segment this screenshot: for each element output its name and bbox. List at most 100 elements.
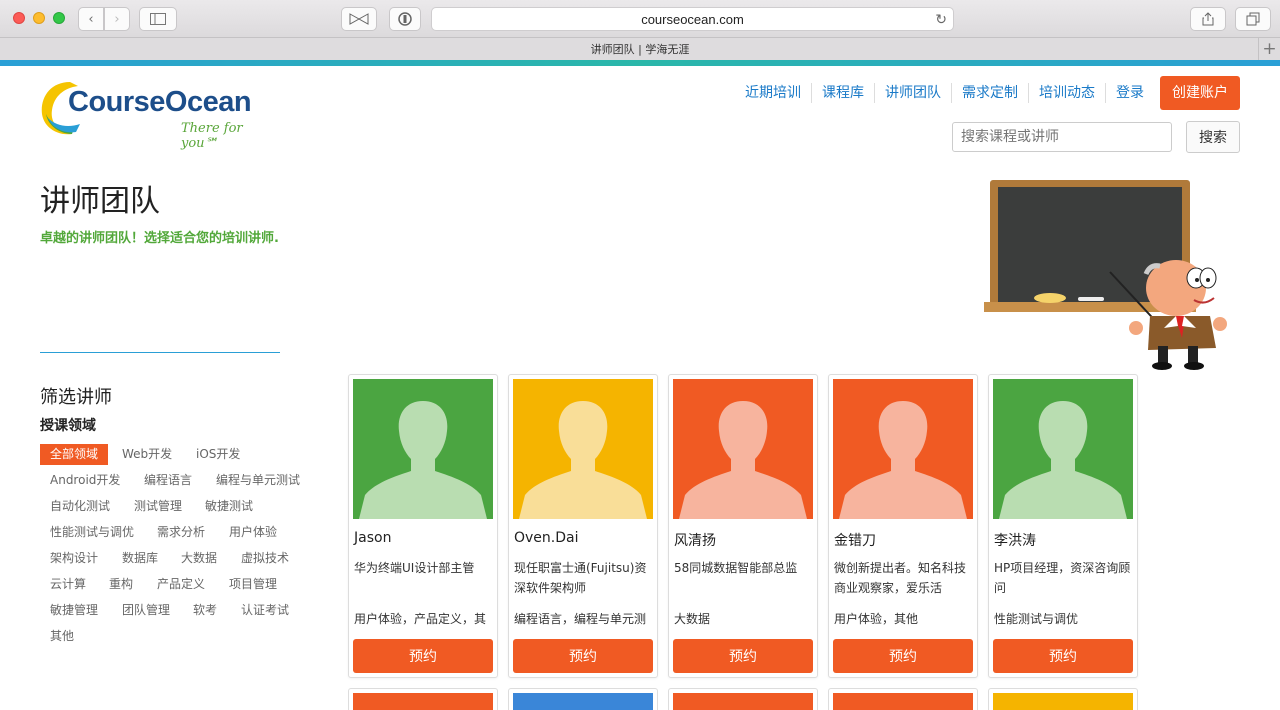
person-silhouette-icon (993, 379, 1133, 519)
filter-tag-cloud[interactable]: 云计算 (40, 574, 96, 595)
logo-tagline: There for you℠ (181, 121, 243, 151)
search-input[interactable] (952, 122, 1172, 152)
filter-tag-test-mgmt[interactable]: 测试管理 (124, 496, 192, 517)
teacher-title: 华为终端UI设计部主管 (354, 561, 475, 575)
teacher-card[interactable]: 李洪涛 HP项目经理，资深咨询顾问性能测试与调优预约 (988, 374, 1138, 678)
browser-toolbar: ‹ › courseocean.com ↻ (0, 0, 1280, 38)
tabs-icon (1246, 12, 1260, 26)
teacher-title: 现任职富士通(Fujitsu)资深软件架构师 (514, 561, 647, 595)
teacher-tags: 编程语言，编程与单元测 (514, 612, 647, 626)
search-button[interactable]: 搜索 (1186, 121, 1240, 153)
reload-icon[interactable]: ↻ (935, 11, 947, 28)
sidebar-button[interactable] (139, 7, 177, 31)
teacher-avatar[interactable] (353, 693, 493, 710)
teacher-card-partial[interactable] (828, 688, 978, 710)
book-button[interactable]: 预约 (993, 639, 1133, 673)
person-silhouette-icon (673, 379, 813, 519)
teacher-tags: 用户体验，其他 (834, 612, 919, 626)
teacher-avatar[interactable] (353, 379, 493, 519)
teacher-avatar[interactable] (513, 379, 653, 519)
back-button[interactable]: ‹ (78, 7, 104, 31)
filter-tag-web[interactable]: Web开发 (112, 444, 182, 465)
book-button[interactable]: 预约 (673, 639, 813, 673)
teacher-name[interactable]: 李洪涛 (994, 530, 1036, 550)
filter-tag-ios[interactable]: iOS开发 (186, 444, 250, 465)
create-account-button[interactable]: 创建账户 (1160, 76, 1240, 110)
teacher-tags: 性能测试与调优 (994, 612, 1079, 626)
filter-tag-agile-testing[interactable]: 敏捷测试 (195, 496, 263, 517)
teacher-avatar[interactable] (833, 693, 973, 710)
share-icon (1202, 12, 1214, 26)
teacher-card[interactable]: Jason 华为终端UI设计部主管 用户体验，产品定义，其 预约 (348, 374, 498, 678)
filter-tag-product[interactable]: 产品定义 (147, 574, 215, 595)
tab-bar[interactable]: 讲师团队 | 学海无涯 (0, 38, 1280, 60)
share-button[interactable] (1190, 7, 1226, 31)
reader-button[interactable] (341, 7, 377, 31)
teacher-name[interactable]: 金错刀 (834, 530, 876, 550)
minimize-window-button[interactable] (33, 12, 45, 24)
person-silhouette-icon (833, 379, 973, 519)
tab-title: 讲师团队 | 学海无涯 (590, 43, 690, 56)
teacher-title: 微创新提出者。知名科技商业观察家，爱乐活 (834, 561, 967, 595)
teacher-avatar[interactable] (833, 379, 973, 519)
filter-tag-team-mgmt[interactable]: 团队管理 (112, 600, 180, 621)
teacher-card[interactable]: Oven.Dai 现任职富士通(Fujitsu)资深软件架构师编程语言，编程与单元… (508, 374, 658, 678)
filter-tag-architecture[interactable]: 架构设计 (40, 548, 108, 569)
filter-tag-programming[interactable]: 编程语言 (134, 470, 202, 491)
bowtie-icon (349, 13, 369, 25)
teacher-name[interactable]: Jason (354, 530, 391, 546)
filter-tag-automation[interactable]: 自动化测试 (40, 496, 120, 517)
nav-item-recent-training[interactable]: 近期培训 (735, 83, 812, 103)
teacher-avatar[interactable] (513, 693, 653, 710)
filter-tag-requirements[interactable]: 需求分析 (147, 522, 215, 543)
filter-tag-project-mgmt[interactable]: 项目管理 (219, 574, 287, 595)
new-tab-button[interactable]: + (1258, 38, 1280, 60)
close-window-button[interactable] (13, 12, 25, 24)
teacher-card-partial[interactable] (508, 688, 658, 710)
teacher-title: HP项目经理，资深咨询顾问 (994, 561, 1131, 595)
sidebar-icon (150, 13, 166, 25)
forward-button[interactable]: › (104, 7, 130, 31)
teacher-card-partial[interactable] (668, 688, 818, 710)
chevron-left-icon: ‹ (88, 11, 94, 27)
filter-tag-android[interactable]: Android开发 (40, 470, 130, 491)
teacher-avatar[interactable] (673, 693, 813, 710)
teacher-card-partial[interactable] (988, 688, 1138, 710)
person-silhouette-icon (513, 379, 653, 519)
filter-tag-all[interactable]: 全部领域 (40, 444, 109, 465)
teacher-card-partial[interactable] (348, 688, 498, 710)
filter-tag-performance[interactable]: 性能测试与调优 (40, 522, 144, 543)
nav-item-teachers[interactable]: 讲师团队 (875, 83, 952, 103)
teacher-card[interactable]: 金错刀微创新提出者。知名科技商业观察家，爱乐活用户体验，其他预约 (828, 374, 978, 678)
filter-subtitle: 授课领域 (40, 418, 96, 434)
tabs-overview-button[interactable] (1235, 7, 1271, 31)
address-bar[interactable]: courseocean.com ↻ (431, 7, 954, 31)
filter-tag-certification[interactable]: 认证考试 (231, 600, 299, 621)
filter-tag-refactoring[interactable]: 重构 (99, 574, 143, 595)
nav-item-custom-request[interactable]: 需求定制 (952, 83, 1029, 103)
teacher-avatar[interactable] (673, 379, 813, 519)
plus-icon: + (1262, 39, 1277, 59)
privacy-button[interactable] (389, 7, 421, 31)
filter-tag-database[interactable]: 数据库 (112, 548, 168, 569)
nav-item-training-news[interactable]: 培训动态 (1029, 83, 1106, 103)
teacher-card[interactable]: 风清扬 58同城数据智能部总监 大数据 预约 (668, 374, 818, 678)
filter-tag-agile-mgmt[interactable]: 敏捷管理 (40, 600, 108, 621)
site-logo[interactable]: CourseOcean There for you℠ (40, 76, 280, 151)
nav-item-login[interactable]: 登录 (1106, 83, 1154, 103)
filter-tag-unit-testing[interactable]: 编程与单元测试 (206, 470, 310, 491)
book-button[interactable]: 预约 (353, 639, 493, 673)
filter-tag-virtualization[interactable]: 虚拟技术 (231, 548, 299, 569)
zoom-window-button[interactable] (53, 12, 65, 24)
filter-tag-bigdata[interactable]: 大数据 (171, 548, 227, 569)
book-button[interactable]: 预约 (833, 639, 973, 673)
teacher-name[interactable]: 风清扬 (674, 530, 716, 550)
book-button[interactable]: 预约 (513, 639, 653, 673)
filter-tag-other[interactable]: 其他 (40, 626, 84, 647)
teacher-name[interactable]: Oven.Dai (514, 530, 579, 546)
teacher-avatar[interactable] (993, 379, 1133, 519)
filter-tag-ux[interactable]: 用户体验 (219, 522, 287, 543)
nav-item-course-library[interactable]: 课程库 (812, 83, 875, 103)
teacher-avatar[interactable] (993, 693, 1133, 710)
filter-tag-ruankao[interactable]: 软考 (183, 600, 227, 621)
